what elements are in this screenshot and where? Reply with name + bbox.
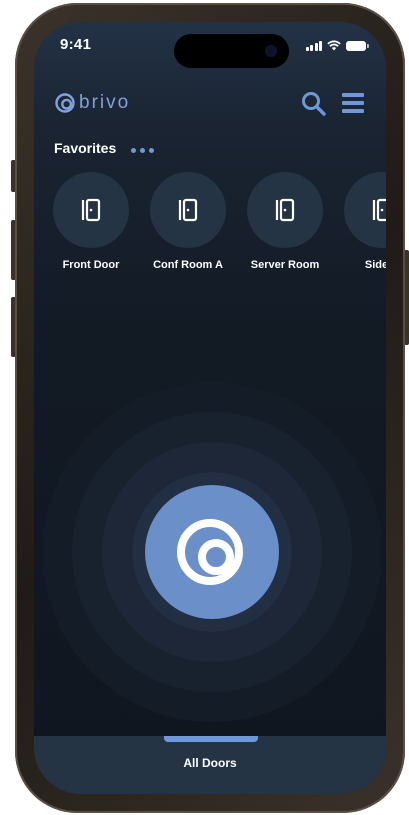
logo-text: brivo: [79, 92, 131, 113]
door-button[interactable]: [150, 172, 226, 248]
door-icon: [372, 198, 386, 222]
door-icon: [81, 198, 101, 222]
front-camera: [265, 45, 277, 57]
door-icon: [178, 198, 198, 222]
brivo-logo-icon: [177, 519, 243, 585]
status-time: 9:41: [60, 36, 92, 53]
dynamic-island: [174, 34, 289, 68]
favorite-door-front[interactable]: Front Door: [41, 172, 141, 271]
cellular-signal-icon: [305, 41, 322, 51]
door-button[interactable]: [53, 172, 129, 248]
menu-button[interactable]: [342, 93, 364, 115]
door-label: Server Room: [250, 259, 320, 271]
status-icons: [305, 40, 369, 51]
bottom-nav: All Doors: [34, 736, 386, 794]
favorite-door-conf-room[interactable]: Conf Room A: [138, 172, 238, 271]
favorite-door-server-room[interactable]: Server Room: [235, 172, 335, 271]
search-icon: [302, 92, 326, 116]
hamburger-menu-icon: [342, 93, 364, 97]
favorite-door-side[interactable]: Side D: [332, 172, 386, 271]
door-button[interactable]: [247, 172, 323, 248]
phone-frame: 9:41 brivo Favorites Front Door Conf Roo…: [15, 3, 405, 813]
door-label: Front Door: [62, 259, 120, 271]
door-icon: [275, 198, 295, 222]
app-screen: 9:41 brivo Favorites Front Door Conf Roo…: [34, 22, 386, 794]
search-button[interactable]: [300, 90, 328, 118]
door-label: Conf Room A: [153, 259, 223, 271]
door-button[interactable]: [344, 172, 386, 248]
tab-all-doors[interactable]: All Doors: [34, 756, 386, 770]
favorites-title: Favorites: [54, 140, 117, 156]
active-tab-indicator: [164, 736, 258, 742]
door-label: Side D: [364, 259, 386, 271]
wifi-icon: [327, 40, 341, 51]
brivo-logo-icon: [55, 93, 75, 113]
unlock-button[interactable]: [145, 485, 279, 619]
more-dots-icon[interactable]: [131, 148, 154, 153]
brivo-logo: brivo: [54, 92, 130, 114]
battery-icon: [346, 41, 369, 51]
